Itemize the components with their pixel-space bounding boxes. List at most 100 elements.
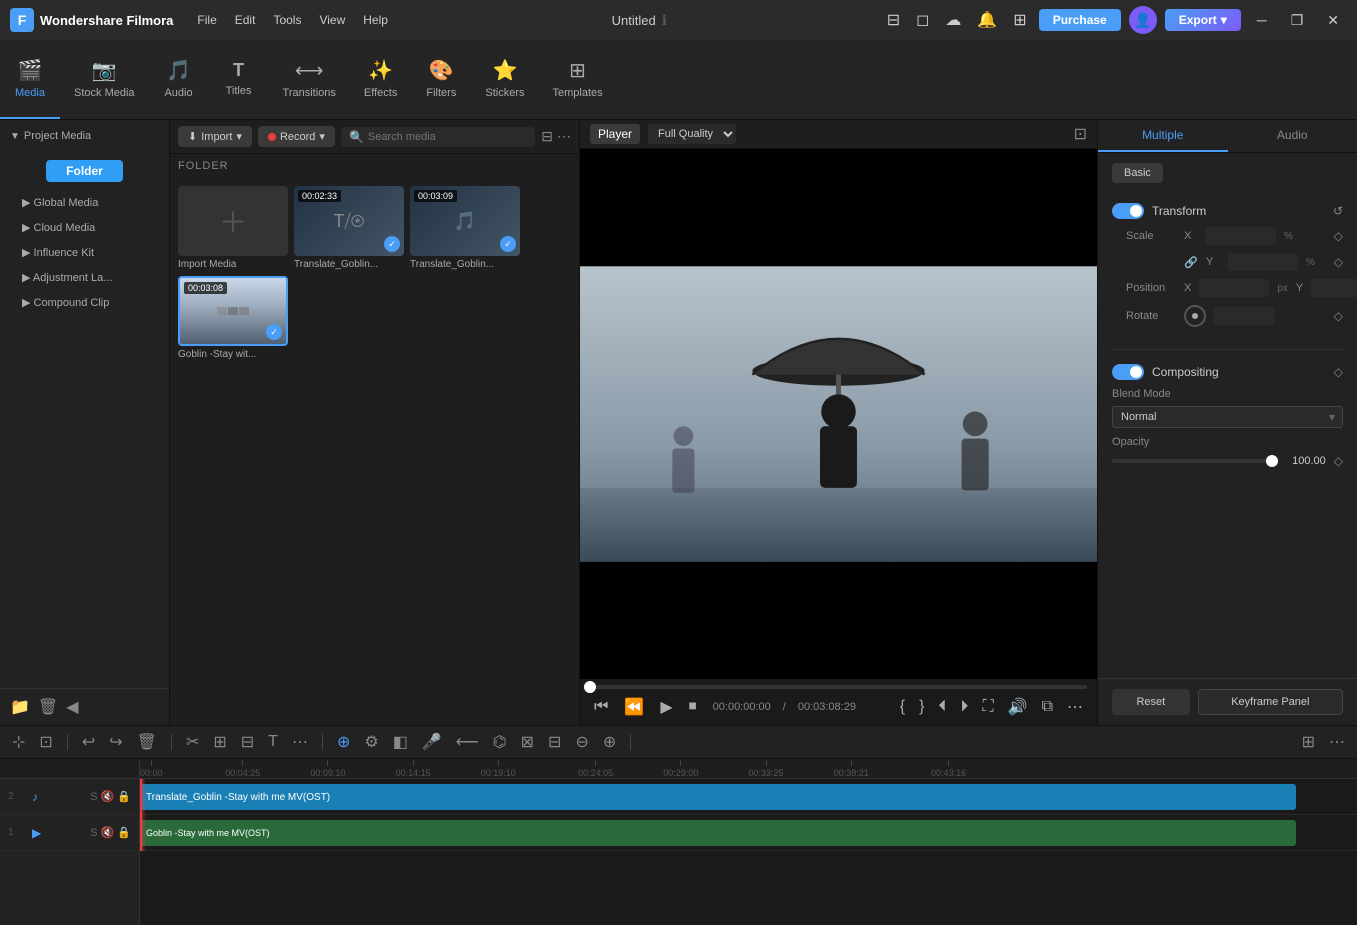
tab-media[interactable]: 🎬 Media [0, 40, 60, 119]
win-restore-btn[interactable]: ❐ [1283, 8, 1312, 33]
fullscreen-btn[interactable]: ⛶ [978, 696, 997, 718]
filter-btn[interactable]: ⊟ [541, 128, 553, 145]
win-close-btn[interactable]: ✕ [1319, 8, 1347, 33]
sidebar-item-adjustment-layer[interactable]: ▶ Adjustment La... [0, 265, 169, 290]
menu-help[interactable]: Help [355, 9, 396, 31]
import-button[interactable]: ⬇ Import ▾ [178, 126, 252, 147]
audio-clip[interactable]: Translate_Goblin -Stay with me MV(OST) [140, 784, 1296, 810]
list-item[interactable]: 00:02:33 T⧸⊛ ✓ Translate_Goblin... [294, 186, 404, 270]
export-button[interactable]: Export ▾ [1165, 9, 1241, 31]
import-media-thumb[interactable]: ＋ [178, 186, 288, 256]
tl-delete[interactable]: 🗑 [133, 730, 161, 754]
record-button[interactable]: Record ▾ [258, 126, 335, 147]
track-mute-btn[interactable]: 🔇 [101, 790, 115, 803]
cloud-btn[interactable]: ☁ [941, 6, 965, 34]
scale-y-reset-icon[interactable]: ◇ [1334, 255, 1343, 269]
grid-btn[interactable]: ⊞ [1009, 6, 1030, 34]
list-item[interactable]: ＋ Import Media [178, 186, 288, 270]
tl-grid-btn[interactable]: ⊞ [1298, 730, 1319, 754]
menu-tools[interactable]: Tools [265, 9, 309, 31]
minimize-btn[interactable]: ⊟ [883, 6, 904, 34]
media-thumb-translate-audio[interactable]: 00:03:09 🎵 ✓ [410, 186, 520, 256]
scale-reset-icon[interactable]: ◇ [1334, 229, 1343, 243]
quality-select[interactable]: Full Quality [648, 124, 736, 144]
track-solo-btn[interactable]: S [90, 790, 97, 803]
tl-add-btn[interactable]: ⊕ [599, 730, 620, 754]
tl-speed-btn[interactable]: ⚙ [360, 730, 382, 754]
avatar[interactable]: 👤 [1129, 6, 1157, 34]
menu-view[interactable]: View [311, 9, 353, 31]
tl-more[interactable]: ⋯ [288, 730, 312, 754]
tl-redo[interactable]: ↪ [105, 730, 126, 754]
sidebar-item-influence-kit[interactable]: ▶ Influence Kit [0, 240, 169, 265]
menu-edit[interactable]: Edit [227, 9, 264, 31]
tl-sub-btn[interactable]: ⊟ [544, 730, 565, 754]
tab-transitions[interactable]: ⟷ Transitions [269, 40, 350, 119]
tl-collab-btn[interactable]: ⊠ [517, 730, 538, 754]
scale-x-input[interactable]: 100.00 [1206, 227, 1276, 245]
tab-stock-media[interactable]: 📷 Stock Media [60, 40, 149, 119]
sidebar-item-compound-clip[interactable]: ▶ Compound Clip [0, 290, 169, 315]
reset-button[interactable]: Reset [1112, 689, 1190, 715]
stop-btn[interactable]: ⏹ [685, 696, 701, 718]
prev-frame-btn[interactable]: ⏴ [934, 696, 950, 718]
track-lock-btn[interactable]: 🔒 [117, 790, 131, 803]
scale-y-input[interactable]: 100.00 [1228, 253, 1298, 271]
search-input[interactable] [368, 131, 527, 143]
tl-cut[interactable]: ✂ [182, 730, 203, 754]
tl-select-tool[interactable]: ⊹ [8, 730, 29, 754]
collapse-sidebar-btn[interactable]: ◀ [66, 697, 78, 717]
tl-settings-btn[interactable]: ⋯ [1325, 730, 1349, 754]
tl-ai-btn[interactable]: ⌬ [489, 730, 511, 754]
tl-select-all[interactable]: ⊡ [35, 730, 56, 754]
compositing-toggle[interactable] [1112, 364, 1144, 380]
tab-audio[interactable]: 🎵 Audio [149, 40, 209, 119]
purchase-button[interactable]: Purchase [1039, 9, 1121, 31]
rotate-dial[interactable] [1184, 305, 1206, 327]
win-minimize-btn[interactable]: ─ [1249, 8, 1275, 32]
timeline-ruler[interactable]: 00:00 00:04:25 00:09:10 00:14:15 00:19:1… [140, 759, 1357, 779]
new-folder-btn[interactable]: 📁 [10, 697, 30, 717]
track-video-solo-btn[interactable]: S [90, 826, 97, 839]
list-item[interactable]: 00:03:09 🎵 ✓ Translate_Goblin... [410, 186, 520, 270]
folder-button[interactable]: Folder [46, 160, 123, 182]
compositing-reset-icon[interactable]: ◇ [1334, 365, 1343, 379]
opacity-slider[interactable] [1112, 459, 1278, 463]
step-back-btn[interactable]: ⏪ [620, 695, 648, 719]
delete-folder-btn[interactable]: 🗑 [38, 697, 58, 717]
transform-toggle[interactable] [1112, 203, 1144, 219]
expand-preview-btn[interactable]: ⊡ [1074, 124, 1087, 144]
rotate-input[interactable]: 0.00° [1214, 307, 1274, 325]
more-options-btn[interactable]: ⋯ [557, 128, 571, 145]
next-frame-btn[interactable]: ⏵ [956, 696, 972, 718]
tl-auto-btn[interactable]: ⟵ [452, 730, 483, 754]
video-clip[interactable]: Goblin -Stay with me MV(OST) [140, 820, 1296, 846]
sidebar-header-project-media[interactable]: ▼ Project Media [0, 124, 169, 148]
mark-in-btn[interactable]: { [896, 696, 909, 718]
tl-mic-btn[interactable]: 🎤 [418, 730, 446, 754]
tl-remove-btn[interactable]: ⊖ [571, 730, 592, 754]
tl-text[interactable]: T [264, 731, 282, 753]
track-video-mute-btn[interactable]: 🔇 [101, 826, 115, 839]
keyframe-panel-button[interactable]: Keyframe Panel [1198, 689, 1343, 715]
tab-templates[interactable]: ⊞ Templates [538, 40, 616, 119]
tab-filters[interactable]: 🎨 Filters [411, 40, 471, 119]
sidebar-item-cloud-media[interactable]: ▶ Cloud Media [0, 215, 169, 240]
position-x-input[interactable]: 0.00 [1199, 279, 1269, 297]
notification-btn[interactable]: 🔔 [973, 6, 1001, 34]
tab-multiple[interactable]: Multiple [1098, 120, 1228, 152]
tl-crop[interactable]: ⊞ [209, 730, 230, 754]
sidebar-item-global-media[interactable]: ▶ Global Media [0, 190, 169, 215]
media-thumb-translate-cc[interactable]: 00:02:33 T⧸⊛ ✓ [294, 186, 404, 256]
skip-back-btn[interactable]: ⏮ [590, 696, 612, 718]
search-box[interactable]: 🔍 [341, 127, 535, 147]
tab-titles[interactable]: T Titles [209, 40, 269, 119]
position-y-input[interactable]: 0.00 [1311, 279, 1357, 297]
media-thumb-goblin[interactable]: 00:03:08 ✓ [178, 276, 288, 346]
tl-mask-btn[interactable]: ◧ [389, 730, 412, 754]
window-btn[interactable]: ◻ [912, 6, 933, 34]
audio-btn[interactable]: 🔊 [1004, 695, 1032, 719]
blend-mode-select[interactable]: Normal [1112, 406, 1343, 428]
tab-stickers[interactable]: ⭐ Stickers [471, 40, 538, 119]
tl-split[interactable]: ⊟ [237, 730, 258, 754]
